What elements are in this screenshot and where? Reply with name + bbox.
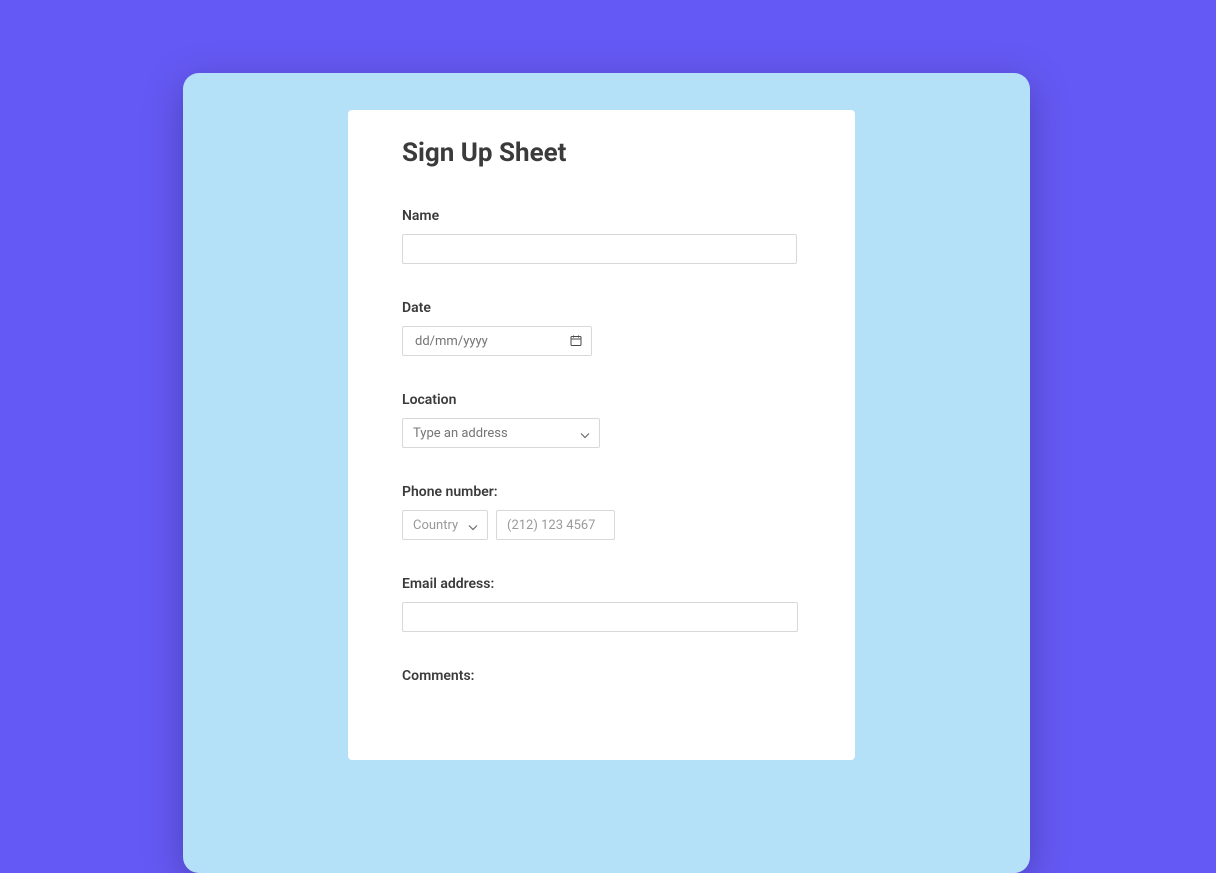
country-select[interactable]: Country xyxy=(402,510,488,540)
form-title: Sign Up Sheet xyxy=(402,138,801,168)
field-name: Name xyxy=(402,208,801,264)
name-label: Name xyxy=(402,208,801,224)
date-label: Date xyxy=(402,300,801,316)
field-comments: Comments: xyxy=(402,668,801,684)
email-input[interactable] xyxy=(402,602,798,632)
location-input[interactable] xyxy=(402,418,600,448)
field-location: Location xyxy=(402,392,801,448)
phone-input[interactable] xyxy=(496,510,615,540)
date-input[interactable] xyxy=(402,326,592,356)
name-input[interactable] xyxy=(402,234,797,264)
phone-label: Phone number: xyxy=(402,484,801,500)
comments-label: Comments: xyxy=(402,668,801,684)
location-label: Location xyxy=(402,392,801,408)
email-label: Email address: xyxy=(402,576,801,592)
field-date: Date xyxy=(402,300,801,356)
field-email: Email address: xyxy=(402,576,801,632)
outer-panel: Sign Up Sheet Name Date Location xyxy=(183,73,1030,873)
field-phone: Phone number: Country xyxy=(402,484,801,540)
form-card: Sign Up Sheet Name Date Location xyxy=(348,110,855,760)
